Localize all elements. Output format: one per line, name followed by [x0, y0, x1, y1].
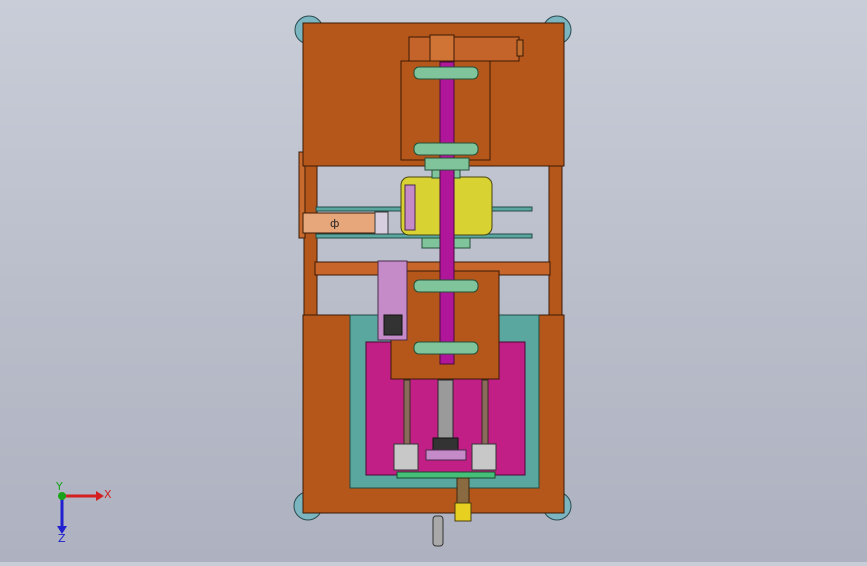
linear-block-right — [471, 443, 497, 471]
assembly-model[interactable]: ф — [0, 0, 867, 562]
link-arm-mount — [374, 211, 389, 235]
y-axis-dot — [58, 492, 66, 500]
guide-rod-left — [403, 379, 411, 451]
guide-rod-right — [481, 379, 489, 451]
link-arm-label: ф — [330, 217, 339, 230]
left-post — [303, 159, 318, 317]
spring — [456, 477, 470, 505]
top-motor-end — [516, 39, 524, 57]
adjust-knob — [432, 515, 444, 547]
orientation-triad: X Y Z — [55, 482, 112, 545]
lead-screw — [437, 379, 454, 443]
cad-viewport[interactable]: ф X Y Z — [0, 0, 867, 562]
z-axis-label: Z — [58, 532, 66, 545]
x-axis-label: X — [104, 488, 112, 501]
y-axis-label: Y — [55, 482, 63, 493]
top-motor-core — [429, 34, 455, 64]
right-post — [548, 159, 563, 317]
main-shaft — [439, 61, 455, 365]
link-arm — [302, 212, 379, 234]
green-base-strip — [396, 471, 496, 479]
spring-sleeve — [454, 502, 472, 522]
top-motor-block — [408, 36, 520, 62]
linear-block-left — [393, 443, 419, 471]
nut-bracket — [425, 449, 467, 461]
